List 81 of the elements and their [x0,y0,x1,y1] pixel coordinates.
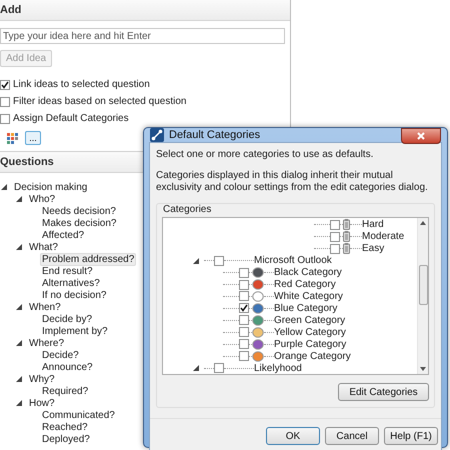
note-text: Categories displayed in this dialog inherit their mutual exclusivity and colour settings from the edit categories dialog. [156,170,429,194]
tree-item[interactable]: Why? [27,372,57,386]
expanded-triangle-icon[interactable] [16,244,22,250]
checkbox[interactable] [0,96,10,106]
scrollbar[interactable] [417,218,428,374]
expanded-triangle-icon[interactable] [16,400,22,406]
scroll-thumb[interactable] [418,265,428,305]
tree-item[interactable]: When? [27,300,63,314]
category-label[interactable]: Microsoft Outlook [254,255,332,266]
tree-item[interactable]: Required? [40,384,90,398]
category-label[interactable]: Green Category [274,314,346,326]
checkbox[interactable] [239,327,249,338]
checkbox[interactable] [239,315,249,326]
checkbox-label[interactable]: Link ideas to selected question [13,79,150,90]
checkbox[interactable] [214,256,224,266]
tree-item[interactable]: Needs decision? [40,204,118,218]
tree-item[interactable]: Problem addressed? [40,252,136,266]
category-label[interactable]: Black Category [274,267,342,278]
idea-input-field[interactable]: Type your idea here and hit Enter [0,28,285,44]
tree-item[interactable]: Reached? [40,420,90,434]
tree-item[interactable]: Alternatives? [40,276,102,290]
app-icon [150,128,164,142]
tree-item[interactable]: Deployed? [40,432,92,446]
expanded-triangle-icon[interactable] [16,340,22,346]
scroll-up-arrow-icon[interactable] [420,221,426,225]
dialog-title: Default Categories [169,129,260,141]
tree-item[interactable]: Affected? [40,228,86,242]
category-label[interactable]: Easy [362,243,384,254]
edit-categories-button[interactable]: Edit Categories [338,383,429,401]
close-button[interactable] [401,128,441,144]
tree-item[interactable]: Decide? [40,348,81,362]
checkbox[interactable] [330,232,340,242]
category-label[interactable]: White Category [274,290,343,302]
checkbox[interactable] [330,220,340,230]
checkbox[interactable] [239,303,249,314]
tree-item[interactable]: What? [27,240,60,254]
expanded-triangle-icon[interactable] [193,258,199,264]
category-label[interactable]: Likelyhood [254,362,302,374]
checkbox[interactable] [214,363,224,374]
checkbox[interactable] [239,268,249,278]
category-label[interactable]: Yellow Category [274,326,346,338]
tree-item[interactable]: Communicated? [40,408,117,422]
checkbox[interactable] [0,80,10,90]
checkbox[interactable] [239,351,249,362]
tree-item[interactable]: Implement by? [40,324,110,338]
category-label[interactable]: Purple Category [274,338,346,350]
tree-item[interactable]: Where? [27,336,66,350]
tree-item[interactable]: Announce? [40,360,95,374]
checkbox[interactable] [239,291,249,302]
tree-item[interactable]: Makes decision? [40,216,118,230]
dialog-button[interactable]: OK [266,427,320,445]
more-button[interactable]: ... [25,131,41,145]
tree-item[interactable]: If no decision? [40,288,108,302]
category-label[interactable]: Red Category [274,279,336,290]
category-label[interactable]: Orange Category [274,350,351,362]
expanded-triangle-icon[interactable] [16,376,22,382]
tree-item[interactable]: End result? [40,264,95,278]
checkbox[interactable] [330,244,340,254]
dialog-button[interactable]: Help (F1) [384,427,438,445]
tree-item[interactable]: Decide by? [40,312,94,326]
scroll-down-arrow-icon[interactable] [420,367,426,371]
group-title: Categories [163,204,212,215]
tree-item[interactable]: Who? [27,192,58,206]
category-grid-icon[interactable] [7,132,19,144]
checkbox[interactable] [239,280,249,290]
panel-header: Add [0,0,290,21]
category-label[interactable]: Blue Category [274,302,338,314]
checkbox[interactable] [0,114,10,124]
checkbox-label[interactable]: Assign Default Categories [13,113,129,124]
expanded-triangle-icon[interactable] [16,196,22,202]
dialog-button[interactable]: Cancel [325,427,379,445]
expanded-triangle-icon[interactable] [193,365,199,372]
tree-item[interactable]: Decision making [12,180,90,194]
tree-item[interactable]: How? [27,396,57,410]
category-label[interactable]: Hard [362,219,384,230]
expanded-triangle-icon[interactable] [16,304,22,310]
close-icon [417,132,425,140]
category-label[interactable]: Moderate [362,231,404,242]
checkbox[interactable] [239,339,249,350]
expanded-triangle-icon[interactable] [1,184,7,190]
checkbox-label[interactable]: Filter ideas based on selected question [13,96,186,107]
